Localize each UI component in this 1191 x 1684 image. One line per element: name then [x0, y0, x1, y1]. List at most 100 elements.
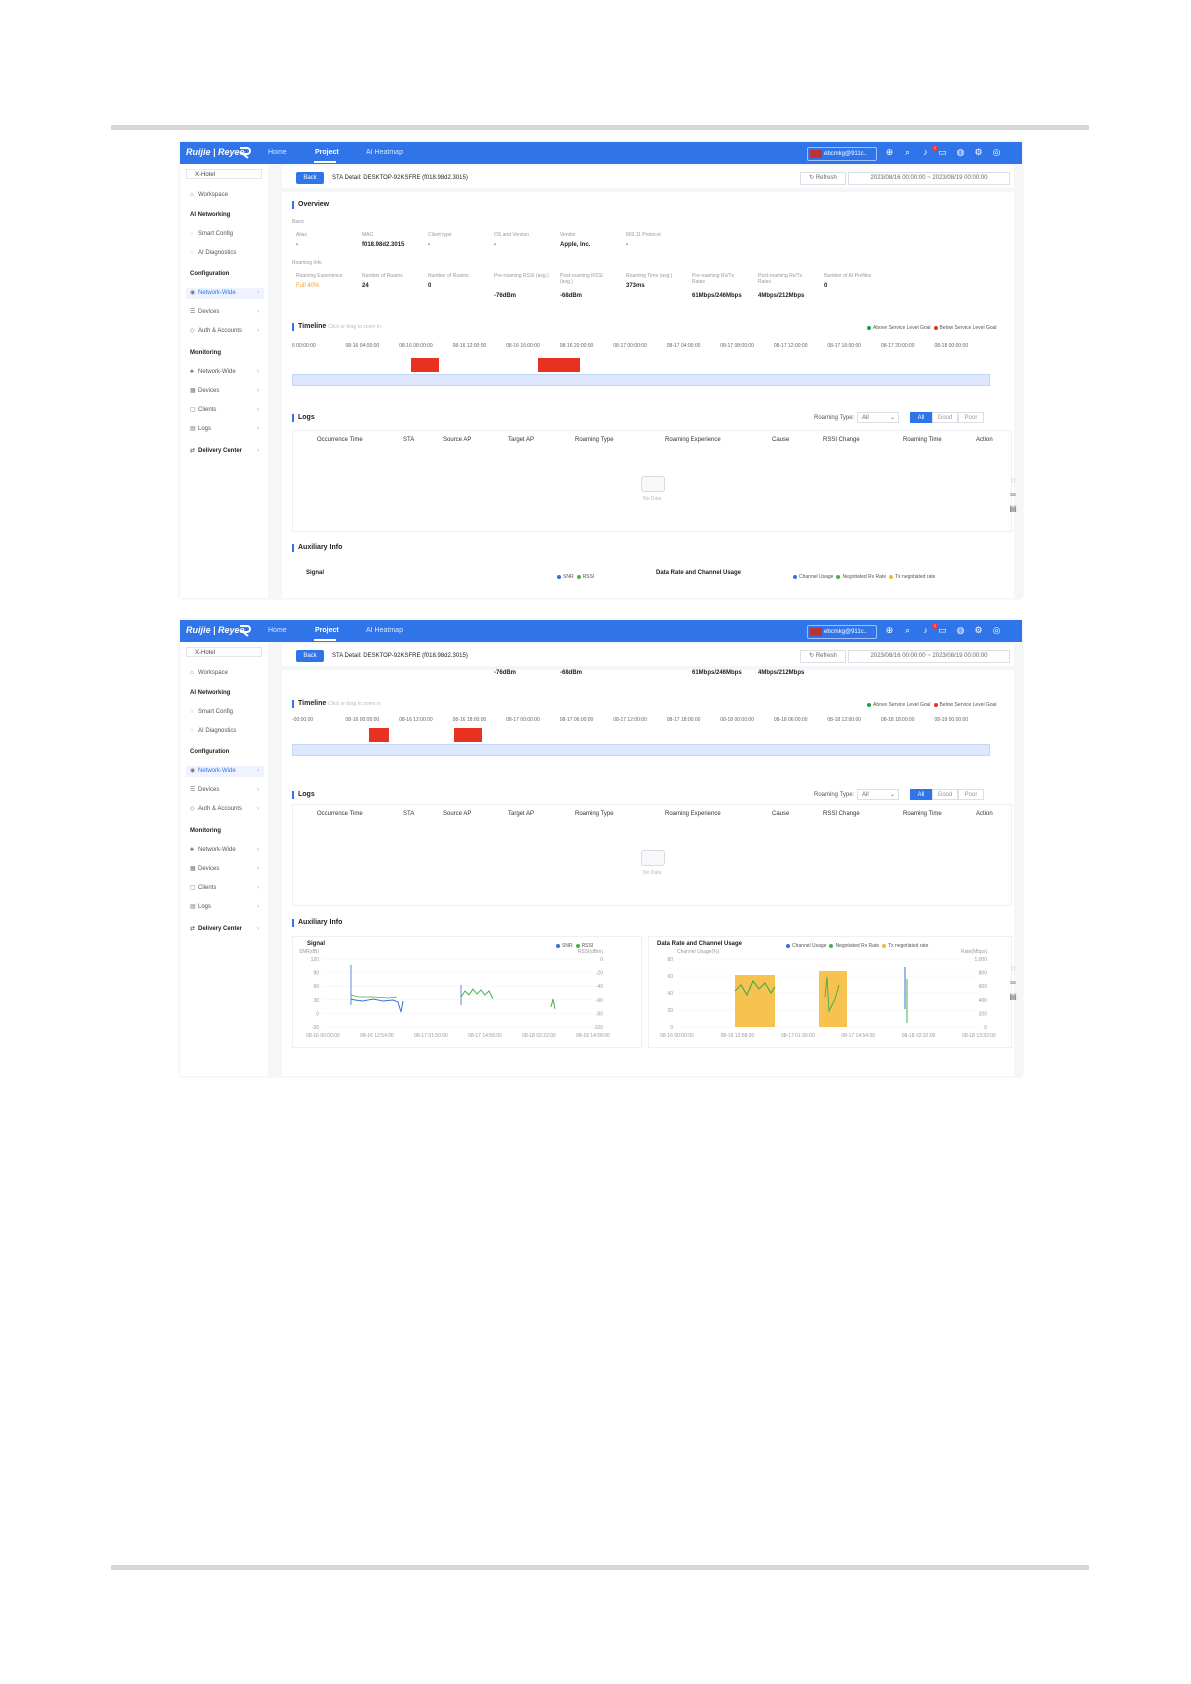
y2-tick-label: 200 [979, 1011, 988, 1017]
sidebar-item-devices[interactable]: ☰ Devices [190, 786, 219, 795]
below-slg-segment[interactable] [538, 358, 580, 372]
clipboard-icon[interactable]: ▤ [1008, 504, 1018, 514]
sidebar-item-monitoring-network-wide[interactable]: ♣ Network-Wide [190, 368, 236, 377]
nav-project[interactable]: Project [315, 149, 339, 156]
date-range-picker[interactable]: 2023/08/16 00:00:00 ~ 2023/08/19 00:00:0… [848, 650, 1010, 663]
channel-usage-area [819, 971, 847, 1027]
y2-tick-label: 400 [979, 998, 988, 1004]
back-button[interactable]: Back [296, 172, 324, 184]
sta-header-bar: Back STA Detail: DESKTOP-92KSFRE (f018.9… [282, 644, 1014, 666]
chevron-right-icon: › [257, 904, 259, 910]
below-slg-segment[interactable] [411, 358, 439, 372]
sidebar-item-delivery-center[interactable]: ⇄ Delivery Center [190, 447, 242, 456]
sidebar-item-logs[interactable]: ▤ Logs [190, 425, 211, 434]
roaming-type-select[interactable]: All ⌄ [857, 789, 899, 800]
sidebar-item-devices[interactable]: ☰ Devices [190, 308, 219, 317]
settings-icon[interactable]: ⚙ [973, 625, 984, 636]
sidebar-item-delivery-center[interactable]: ⇄ Delivery Center [190, 925, 242, 934]
refresh-icon: ↻ [809, 653, 816, 659]
sidebar-item-network-wide[interactable]: ◉ Network-Wide [190, 767, 236, 776]
y-tick-label: 0 [316, 1011, 319, 1017]
nav-ai-heatmap[interactable]: AI Heatmap [366, 149, 403, 156]
back-button[interactable]: Back [296, 650, 324, 662]
nav-ai-heatmap[interactable]: AI Heatmap [366, 627, 403, 634]
sidebar-item-clients[interactable]: ▢ Clients [190, 406, 216, 415]
y-tick-label: 20 [667, 1008, 673, 1014]
chevron-right-icon: › [257, 328, 259, 334]
sidebar-item-ai-diagnostics[interactable]: ◌ AI Diagnostics [190, 727, 236, 736]
x-tick-label: 08-18 14:58:00 [576, 1033, 610, 1039]
link-icon[interactable]: ∞ [1008, 978, 1018, 988]
timeline-zoom-slider[interactable] [292, 374, 990, 386]
nav-project[interactable]: Project [315, 627, 339, 634]
filter-good-button[interactable]: Good [932, 412, 958, 423]
below-slg-segment[interactable] [369, 728, 389, 742]
sidebar: X-Hotel ⌂ Workspace AI Networking ◌ Smart … [180, 642, 268, 1076]
globe-icon[interactable]: ◍ [955, 625, 966, 636]
timeline-tick-label: 08-17 06:00:00 [559, 717, 594, 723]
refresh-button[interactable]: ↻ Refresh [800, 172, 846, 185]
link-icon[interactable]: ∞ [1008, 490, 1018, 500]
user-icon[interactable]: ◎ [991, 147, 1002, 158]
field-label: Vendor [560, 232, 576, 238]
clipboard-icon[interactable]: ▤ [1008, 992, 1018, 1002]
chat-icon[interactable]: ◌ [1008, 476, 1018, 486]
roaming-type-select[interactable]: All ⌄ [857, 412, 899, 423]
field-label: Client type [428, 232, 452, 238]
legend-above-label: Above Service Level Goal [873, 702, 931, 708]
message-icon[interactable]: ▭ [937, 147, 948, 158]
sidebar-item-auth-accounts[interactable]: ◇ Auth & Accounts [190, 327, 242, 336]
rate-chart-title: Data Rate and Channel Usage [656, 570, 742, 576]
below-slg-segment[interactable] [454, 728, 482, 742]
nav-home[interactable]: Home [268, 627, 287, 634]
sidebar-item-monitoring-devices[interactable]: ▦ Devices [190, 387, 219, 396]
search-icon[interactable]: ⌕ [902, 625, 913, 636]
sidebar-item-ai-diagnostics[interactable]: ◌ AI Diagnostics [190, 249, 236, 258]
search-icon[interactable]: ⌕ [902, 147, 913, 158]
chat-icon[interactable]: ◌ [1008, 964, 1018, 974]
filter-good-button[interactable]: Good [932, 789, 958, 800]
y2-tick-label: 0 [984, 1025, 987, 1031]
sidebar-item-logs[interactable]: ▤ Logs [190, 903, 211, 912]
filter-poor-button[interactable]: Poor [958, 789, 984, 800]
globe-icon[interactable]: ◍ [955, 147, 966, 158]
site-selector[interactable]: X-Hotel [186, 169, 262, 179]
screenshot-sta-detail-top: Ruijie | Reyee Home Project AI Heatmap e… [180, 142, 1022, 598]
settings-icon[interactable]: ⚙ [973, 147, 984, 158]
message-icon[interactable]: ▭ [937, 625, 948, 636]
sidebar-item-auth-accounts[interactable]: ◇ Auth & Accounts [190, 805, 242, 814]
refresh-label: Refresh [815, 175, 837, 181]
bell-icon[interactable]: ♪ [920, 625, 931, 636]
user-account-dropdown[interactable]: ebcmkg@911c.. [807, 625, 877, 639]
filter-all-button[interactable]: All [910, 789, 932, 800]
sidebar-item-monitoring-devices[interactable]: ▦ Devices [190, 865, 219, 874]
timeline-tick-label: 08-17 00:00:00 [613, 343, 647, 349]
site-selector[interactable]: X-Hotel [186, 647, 262, 657]
roaming-type-value: All [862, 415, 869, 421]
filter-all-button[interactable]: All [910, 412, 932, 423]
sidebar-item-smart-config[interactable]: ◌ Smart Config [190, 708, 233, 717]
sidebar-item-clients[interactable]: ▢ Clients [190, 884, 216, 893]
filter-poor-button[interactable]: Poor [958, 412, 984, 423]
add-icon[interactable]: ⊕ [884, 625, 895, 636]
refresh-button[interactable]: ↻ Refresh [800, 650, 846, 663]
nav-home[interactable]: Home [268, 149, 287, 156]
timeline-title-text: Timeline [298, 700, 327, 707]
bell-icon[interactable]: ♪ [920, 147, 931, 158]
timeline-zoom-slider[interactable] [292, 744, 990, 756]
sidebar-item-workspace[interactable]: ⌂ Workspace [190, 669, 228, 678]
sidebar-item-network-wide[interactable]: ◉ Network-Wide [190, 289, 236, 298]
sidebar-item-monitoring-network-wide[interactable]: ♣ Network-Wide [190, 846, 236, 855]
sidebar-item-workspace[interactable]: ⌂ Workspace [190, 191, 228, 200]
sidebar-item-smart-config[interactable]: ◌ Smart Config [190, 230, 233, 239]
y2-tick-label: -40 [596, 984, 603, 990]
date-range-picker[interactable]: 2023/08/16 00:00:00 ~ 2023/08/19 00:00:0… [848, 172, 1010, 185]
sidebar-item-label: Workspace [198, 192, 228, 198]
add-icon[interactable]: ⊕ [884, 147, 895, 158]
no-data-text: No Data [643, 496, 662, 502]
empty-box-icon [641, 476, 665, 492]
sidebar-item-label: Network-Wide [198, 768, 236, 774]
user-icon[interactable]: ◎ [991, 625, 1002, 636]
field-label: Number of Roams [362, 273, 403, 279]
user-account-dropdown[interactable]: ebcmkg@911c.. [807, 147, 877, 161]
